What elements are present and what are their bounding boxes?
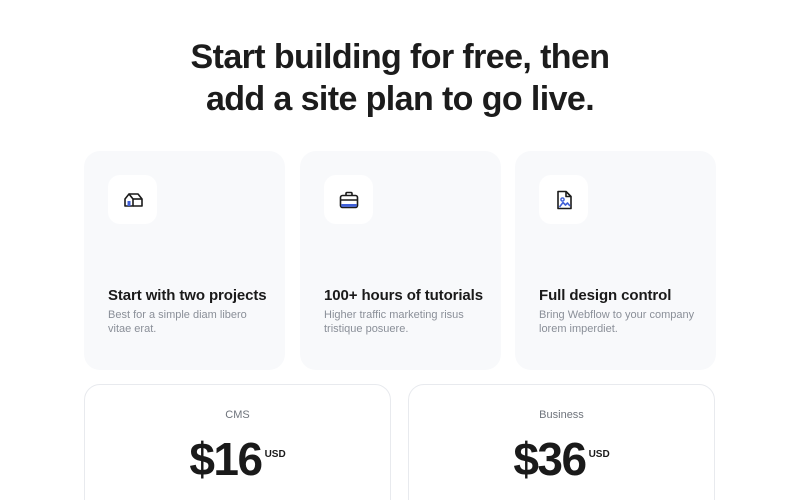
feature-card-tutorials: 100+ hours of tutorials Higher traffic m…: [300, 151, 501, 370]
feature-icon-box: [108, 175, 157, 224]
feature-text: 100+ hours of tutorials Higher traffic m…: [324, 286, 483, 336]
plan-price: $16 USD: [85, 432, 390, 486]
feature-text: Full design control Bring Webflow to you…: [539, 286, 698, 336]
feature-icon-box: [324, 175, 373, 224]
feature-cards: Start with two projects Best for a simpl…: [84, 151, 716, 370]
price-currency: USD: [264, 449, 286, 460]
feature-icon-box: [539, 175, 588, 224]
price-amount: $36: [513, 433, 587, 485]
briefcase-icon: [339, 191, 358, 208]
feature-title: Full design control: [539, 287, 672, 304]
hero-title-line-1: Start building for free, then: [190, 38, 611, 76]
feature-title: Start with two projects: [108, 287, 267, 304]
feature-title: 100+ hours of tutorials: [324, 287, 483, 304]
hero-title-line-2: add a site plan to go live.: [205, 80, 595, 118]
plan-card-business[interactable]: Business $36 USD: [408, 384, 715, 500]
house-tag-icon: [123, 192, 143, 207]
plan-name: Business: [539, 409, 584, 421]
feature-description: Best for a simple diam libero vitae erat…: [108, 309, 247, 335]
price-currency: USD: [588, 449, 610, 460]
feature-card-projects: Start with two projects Best for a simpl…: [84, 151, 285, 370]
feature-description: Bring Webflow to your company lorem impe…: [539, 309, 695, 335]
plan-card-cms[interactable]: CMS $16 USD: [84, 384, 391, 500]
hero-title: Start building for free, then add a site…: [0, 36, 800, 120]
plan-name: CMS: [225, 409, 250, 421]
plan-price: $36 USD: [409, 432, 714, 486]
image-file-icon: [556, 190, 572, 209]
feature-description: Higher traffic marketing risus tristique…: [324, 309, 464, 335]
feature-card-design: Full design control Bring Webflow to you…: [515, 151, 716, 370]
pricing-page: Start building for free, then add a site…: [0, 0, 800, 500]
feature-text: Start with two projects Best for a simpl…: [108, 286, 267, 336]
price-amount: $16: [189, 433, 263, 485]
